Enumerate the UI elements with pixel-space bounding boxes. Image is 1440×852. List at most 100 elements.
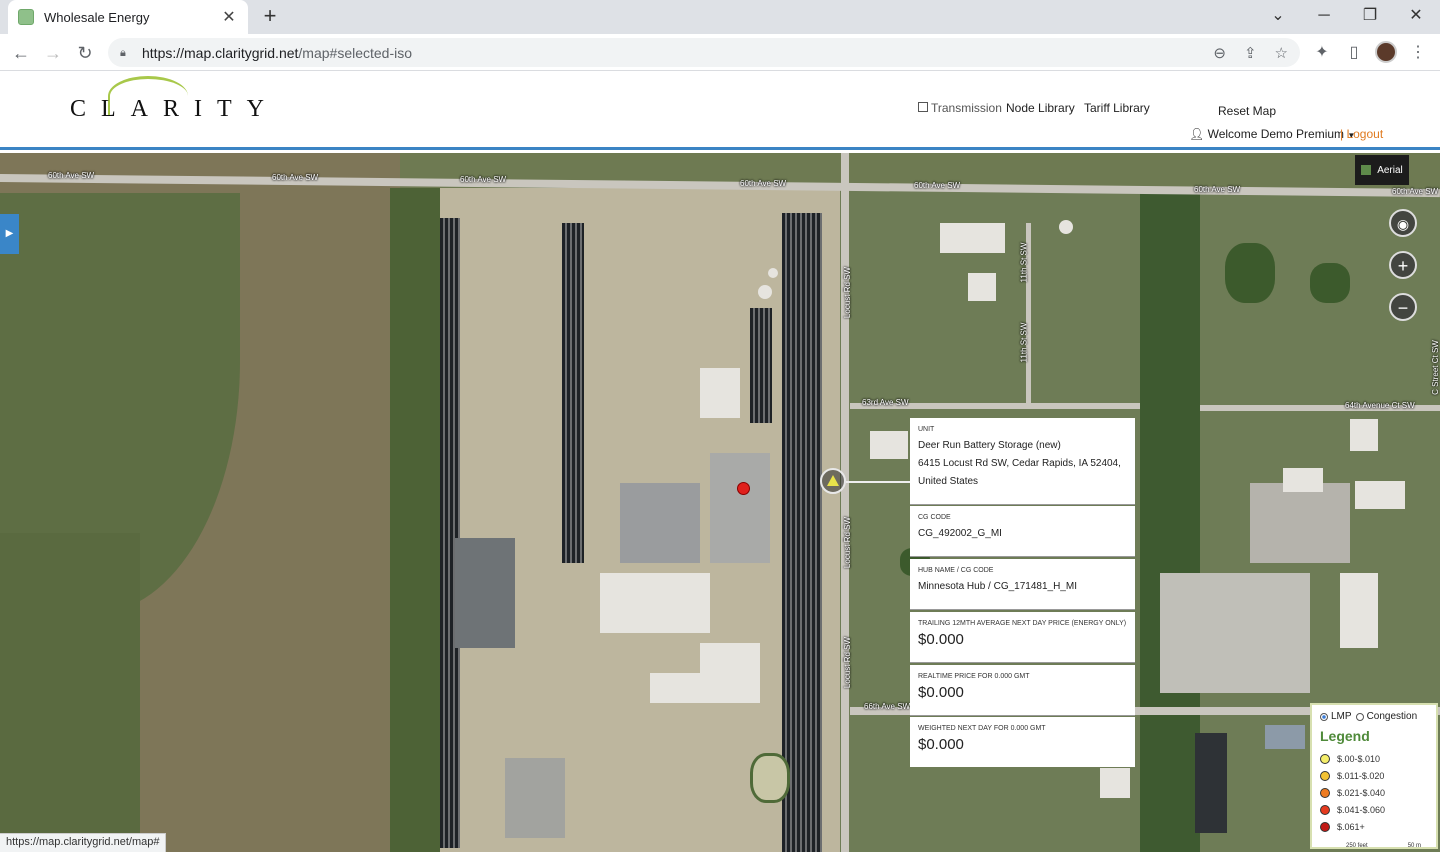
tank: [758, 285, 772, 299]
legend-dot: [1320, 804, 1330, 815]
aerial-toggle-button[interactable]: Aerial: [1355, 155, 1409, 185]
road-label: Locust Rd SW: [843, 266, 853, 319]
road-label: C Street Ct SW: [1430, 340, 1440, 395]
popup-realtime-section: REALTIME PRICE FOR 0.000 GMT $0.000: [910, 665, 1135, 716]
unit-label: UNIT: [918, 426, 935, 433]
zoom-out-button[interactable]: −: [1389, 293, 1417, 321]
crop-field: [0, 533, 140, 852]
legend-mode-selector: LMP Congestion: [1320, 711, 1428, 722]
legend-dot: [1320, 770, 1330, 781]
locate-icon[interactable]: ◉: [1389, 209, 1417, 237]
legend-item-label: $.011-$.020: [1337, 770, 1385, 781]
road-label: 66th Ave SW: [864, 702, 911, 711]
extensions-icon[interactable]: ✦: [1311, 42, 1333, 62]
reload-icon[interactable]: ↻: [72, 40, 98, 66]
road-label: 11th St SW: [1019, 242, 1029, 283]
menu-icon[interactable]: ⋮: [1407, 42, 1429, 62]
legend-item: $.021-$.040: [1320, 784, 1428, 801]
node-library-link[interactable]: Node Library: [1006, 101, 1075, 115]
congestion-radio[interactable]: [1355, 712, 1364, 721]
hub-label: HUB Name / CG CODE: [918, 567, 994, 574]
road-label: 60th Ave SW: [272, 173, 319, 182]
road-label: 60th Ave SW: [460, 175, 507, 184]
logo-text: CLARITY: [70, 96, 279, 122]
unit-address-line1: 6415 Locust Rd SW, Cedar Rapids, IA 5240…: [918, 458, 1121, 469]
new-tab-button[interactable]: +: [258, 4, 282, 28]
share-icon[interactable]: ⇪: [1244, 44, 1257, 62]
road-label: 64th Avenue Ct SW: [1345, 401, 1415, 410]
aerial-icon: [1361, 165, 1372, 175]
road-label: 11th St SW: [1019, 322, 1029, 363]
avatar[interactable]: [1375, 41, 1397, 63]
building: [1100, 768, 1130, 798]
popup-unit-section: UNIT Deer Run Battery Storage (new) 6415…: [910, 418, 1135, 505]
zoom-icon[interactable]: ⊖: [1213, 44, 1226, 62]
building: [940, 223, 1005, 253]
legend-item-label: $.061+: [1337, 821, 1365, 832]
panel-row: [440, 218, 460, 848]
building: [1265, 725, 1305, 749]
minimize-button[interactable]: ─: [1309, 4, 1339, 28]
restore-button[interactable]: ❐: [1355, 4, 1385, 28]
cg-code-label: CG CODE: [918, 514, 951, 521]
tree-cluster: [1310, 263, 1350, 303]
clarity-logo[interactable]: CLARITY: [70, 76, 300, 126]
url-text: https://map.claritygrid.net/map#selected…: [142, 44, 413, 61]
lmp-radio[interactable]: [1320, 712, 1328, 721]
map-legend: LMP Congestion Legend $.00-$.010 $.011-$…: [1310, 703, 1438, 849]
legend-item: $.061+: [1320, 818, 1428, 835]
sidebar-toggle-button[interactable]: ▶: [0, 214, 19, 254]
realtime-price-label: REALTIME PRICE FOR 0.000 GMT: [918, 673, 1030, 680]
weighted-price-value: $0.000: [918, 736, 964, 753]
cg-code-value: CG_492002_G_MI: [918, 528, 1002, 539]
warning-triangle-icon: [827, 475, 839, 486]
road-label: 60th Ave SW: [1392, 187, 1439, 196]
building: [1350, 419, 1378, 451]
popup-trailing-section: TRAILING 12mth AVERAGE NEXT DAY PRICE (E…: [910, 612, 1135, 663]
tab-close-icon[interactable]: ✕: [220, 7, 238, 27]
road-label: 60th Ave SW: [48, 171, 95, 180]
road-label: 60th Ave SW: [1194, 185, 1241, 194]
map-scale: 250 feet 50 m: [1346, 843, 1421, 849]
water-tower: [1059, 220, 1073, 234]
legend-dot: [1320, 787, 1330, 798]
back-icon[interactable]: ←: [8, 40, 34, 66]
popup-cg-section: CG CODE CG_492002_G_MI: [910, 506, 1135, 557]
building: [1283, 468, 1323, 492]
tree-strip: [390, 188, 440, 852]
status-bar-url: https://map.claritygrid.net/map#: [0, 833, 167, 852]
lmp-node-marker[interactable]: [737, 482, 750, 495]
popup-hub-section: HUB Name / CG CODE Minnesota Hub / CG_17…: [910, 559, 1135, 610]
popup-weighted-section: WEIGHTED NEXT DAY FOR 0.000 GMT $0.000: [910, 717, 1135, 767]
road-label: 60th Ave SW: [740, 179, 787, 188]
transmission-label[interactable]: Transmission: [931, 101, 1002, 115]
building: [1340, 573, 1378, 648]
legend-item-label: $.041-$.060: [1337, 804, 1386, 815]
tree-line: [1140, 188, 1200, 852]
logout-link[interactable]: | Logout: [1340, 127, 1383, 141]
forward-icon[interactable]: →: [40, 40, 66, 66]
legend-item: $.011-$.020: [1320, 767, 1428, 784]
transmission-checkbox[interactable]: [918, 102, 928, 112]
bookmark-star-icon[interactable]: ☆: [1275, 44, 1288, 62]
building: [505, 758, 565, 838]
panel-row: [750, 308, 772, 423]
browser-tab-bar: Wholesale Energy ✕ + ⌄ ─ ❐ ✕: [0, 0, 1440, 34]
close-window-button[interactable]: ✕: [1401, 4, 1431, 28]
congestion-label[interactable]: Congestion: [1367, 711, 1418, 722]
legend-item-label: $.021-$.040: [1337, 787, 1386, 798]
side-panel-icon[interactable]: ▯: [1343, 42, 1365, 62]
selected-node-marker[interactable]: [820, 468, 846, 494]
building: [1195, 733, 1227, 833]
reset-map-link[interactable]: Reset Map: [1218, 104, 1276, 118]
user-menu[interactable]: 👤︎ Welcome Demo Premium ▼: [1189, 127, 1355, 141]
zoom-in-button[interactable]: +: [1389, 251, 1417, 279]
tariff-library-link[interactable]: Tariff Library: [1084, 101, 1150, 115]
aerial-map[interactable]: 60th Ave SW 60th Ave SW 60th Ave SW 60th…: [0, 153, 1440, 852]
address-bar[interactable]: 🔒︎ https://map.claritygrid.net/map#selec…: [108, 38, 1300, 67]
welcome-text: Welcome Demo Premium: [1207, 127, 1345, 141]
tab-search-icon[interactable]: ⌄: [1263, 4, 1293, 28]
browser-tab[interactable]: Wholesale Energy ✕: [8, 0, 248, 34]
lmp-label[interactable]: LMP: [1331, 711, 1352, 722]
building: [1355, 481, 1405, 509]
